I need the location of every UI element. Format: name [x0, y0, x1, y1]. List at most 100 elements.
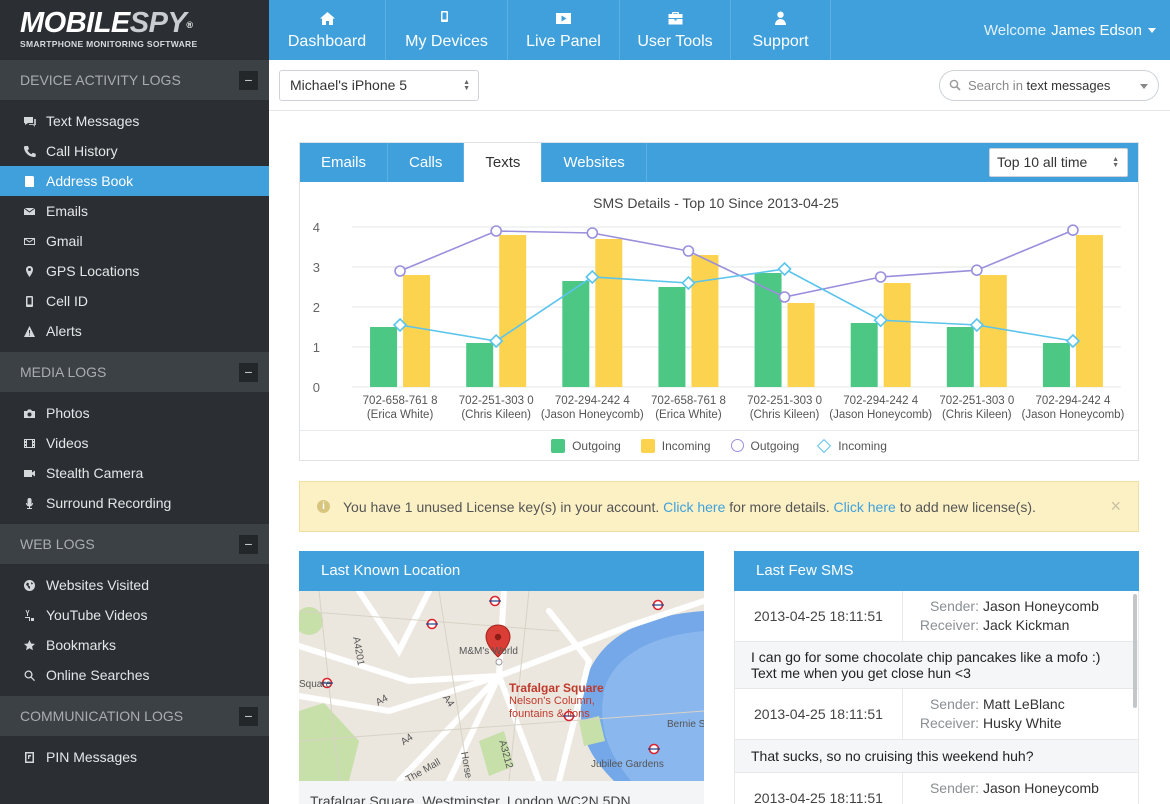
- bar-outgoing[interactable]: [466, 343, 494, 387]
- bar-outgoing[interactable]: [1042, 343, 1070, 387]
- sidebar-item-label: Text Messages: [46, 113, 140, 129]
- device-select[interactable]: Michael's iPhone 5 ▲ ▼: [279, 70, 479, 101]
- add-license-link[interactable]: Click here: [834, 499, 896, 515]
- x-tick-sublabel: (Jason Honeycomb): [541, 409, 644, 421]
- sidebar: MOBILESPY® SMARTPHONE MONITORING SOFTWAR…: [0, 0, 269, 804]
- user-icon: [772, 10, 789, 28]
- point-circle[interactable]: [682, 245, 695, 257]
- map[interactable]: M&M's WorldSquareA4A4A4The MallHorse Gua…: [299, 591, 704, 781]
- point-circle[interactable]: [971, 264, 983, 276]
- legend-item[interactable]: Outgoing: [551, 438, 621, 453]
- x-tick-sublabel: (Chris Kileen): [461, 409, 531, 421]
- nav-live-panel[interactable]: Live Panel: [508, 0, 620, 60]
- search-input[interactable]: Search in text messages: [939, 70, 1159, 101]
- sidebar-section-header: DEVICE ACTIVITY LOGS −: [0, 60, 269, 100]
- sidebar-item-cell-id[interactable]: Cell ID: [0, 286, 269, 316]
- bar-incoming[interactable]: [499, 235, 527, 387]
- nav-user-tools[interactable]: User Tools: [620, 0, 731, 60]
- bar-outgoing[interactable]: [370, 327, 398, 387]
- collapse-icon[interactable]: −: [239, 362, 258, 382]
- sidebar-item-emails[interactable]: Emails: [0, 196, 269, 226]
- sidebar-item-photos[interactable]: Photos: [0, 398, 269, 428]
- sidebar-item-call-history[interactable]: Call History: [0, 136, 269, 166]
- legend-item[interactable]: Outgoing: [730, 439, 799, 453]
- youtube-icon: [22, 608, 36, 622]
- point-circle[interactable]: [394, 265, 406, 277]
- tab-websites[interactable]: Websites: [542, 143, 647, 182]
- sidebar-section-title: WEB LOGS: [20, 536, 95, 552]
- legend-swatch: [817, 438, 832, 453]
- point-circle[interactable]: [1067, 224, 1079, 237]
- collapse-icon[interactable]: −: [239, 70, 258, 90]
- user-menu[interactable]: Welcome James Edson: [984, 0, 1170, 60]
- sms-receiver-row: Receiver: Husky White: [917, 714, 1065, 733]
- nav-support[interactable]: Support: [731, 0, 831, 60]
- search-prefix: Search in: [968, 78, 1023, 93]
- device-select-value: Michael's iPhone 5: [290, 77, 408, 93]
- sms-meta-row[interactable]: 2013-04-25 18:11:51 Sender: Jason Honeycom…: [734, 591, 1139, 642]
- tab-texts[interactable]: Texts: [464, 143, 543, 182]
- legend-item[interactable]: Incoming: [817, 438, 887, 453]
- location-panel: Last Known Location M&M's World Square A…: [299, 551, 704, 804]
- sidebar-item-videos[interactable]: Videos: [0, 428, 269, 458]
- sender-label: Sender:: [929, 780, 979, 796]
- y-tick-label: 3: [313, 260, 320, 275]
- bar-incoming[interactable]: [691, 255, 719, 387]
- collapse-icon[interactable]: −: [239, 706, 258, 726]
- bar-outgoing[interactable]: [658, 287, 686, 387]
- bar-outgoing[interactable]: [850, 323, 878, 387]
- x-tick-sublabel: (Erica White): [655, 409, 722, 421]
- nav-dashboard[interactable]: Dashboard: [269, 0, 386, 60]
- sidebar-item-label: Photos: [46, 405, 90, 421]
- bar-outgoing[interactable]: [946, 327, 974, 387]
- sms-meta-row[interactable]: 2013-04-25 18:11:51 Sender: Jason Honeycom…: [734, 773, 1139, 804]
- point-circle[interactable]: [874, 271, 887, 283]
- sidebar-item-text-messages[interactable]: Text Messages: [0, 106, 269, 136]
- bar-outgoing[interactable]: [754, 273, 782, 387]
- bar-incoming[interactable]: [1075, 235, 1103, 387]
- sidebar-item-address-book[interactable]: Address Book: [0, 166, 269, 196]
- sms-meta-row[interactable]: 2013-04-25 18:11:51 Sender: Matt LeBlanc Re…: [734, 689, 1139, 740]
- sidebar-item-bookmarks[interactable]: Bookmarks: [0, 630, 269, 660]
- sidebar-item-pin-messages[interactable]: PIN Messages: [0, 742, 269, 772]
- sms-people: Sender: Jason Honeycomb Receiver: Jack Kick…: [903, 591, 1099, 641]
- sidebar-item-surround-recording[interactable]: Surround Recording: [0, 488, 269, 518]
- sidebar-item-alerts[interactable]: Alerts: [0, 316, 269, 346]
- sidebar-section-header: WEB LOGS −: [0, 524, 269, 564]
- close-icon[interactable]: ×: [1110, 496, 1121, 517]
- bar-incoming[interactable]: [883, 283, 911, 387]
- tab-emails[interactable]: Emails: [300, 143, 389, 182]
- receiver-label: Receiver:: [919, 715, 979, 731]
- sidebar-item-gps-locations[interactable]: GPS Locations: [0, 256, 269, 286]
- chevron-down-icon[interactable]: [1140, 84, 1148, 89]
- sidebar-item-websites-visited[interactable]: Websites Visited: [0, 570, 269, 600]
- home-icon: [319, 10, 336, 28]
- collapse-icon[interactable]: −: [239, 534, 258, 554]
- bar-incoming[interactable]: [403, 275, 431, 387]
- nav-my-devices[interactable]: My Devices: [386, 0, 508, 60]
- legend-label: Incoming: [661, 438, 711, 453]
- sidebar-item-stealth-camera[interactable]: Stealth Camera: [0, 458, 269, 488]
- map-label: M&M's World: [459, 646, 518, 657]
- bar-incoming[interactable]: [787, 303, 815, 387]
- tab-calls[interactable]: Calls: [388, 143, 465, 182]
- sidebar-item-gmail[interactable]: Gmail: [0, 226, 269, 256]
- sidebar-item-online-searches[interactable]: Online Searches: [0, 660, 269, 690]
- sidebar-item-label: YouTube Videos: [46, 607, 148, 623]
- sidebar-section-header: MEDIA LOGS −: [0, 352, 269, 392]
- envelope-outline-icon: [22, 234, 36, 248]
- y-tick-label: 1: [313, 340, 320, 355]
- point-circle[interactable]: [490, 225, 502, 237]
- bar-outgoing[interactable]: [562, 281, 590, 387]
- bar-incoming[interactable]: [979, 275, 1007, 387]
- logo[interactable]: MOBILESPY® SMARTPHONE MONITORING SOFTWAR…: [0, 0, 269, 60]
- sidebar-item-youtube-videos[interactable]: YouTube Videos: [0, 600, 269, 630]
- bar-incoming[interactable]: [595, 239, 623, 387]
- scrollbar-thumb[interactable]: [1133, 594, 1137, 708]
- point-circle[interactable]: [586, 227, 599, 239]
- details-link[interactable]: Click here: [663, 499, 725, 515]
- legend-item[interactable]: Incoming: [640, 438, 711, 453]
- range-select[interactable]: Top 10 all time ▲ ▼: [989, 148, 1128, 177]
- point-circle[interactable]: [778, 291, 791, 303]
- map-label: Jubilee Gardens: [591, 759, 664, 770]
